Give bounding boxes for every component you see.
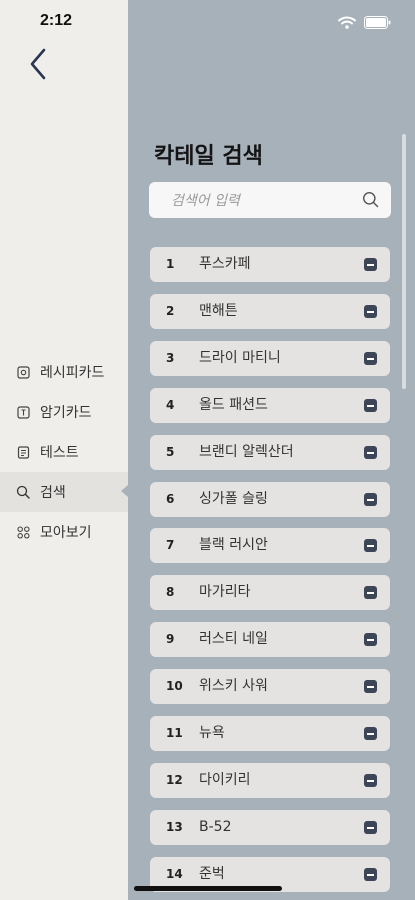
minus-icon[interactable] — [364, 774, 377, 787]
minus-icon[interactable] — [364, 352, 377, 365]
item-number: 3 — [166, 351, 175, 365]
recipe-card-icon — [16, 365, 30, 379]
sidebar-item-label: 테스트 — [40, 445, 79, 461]
item-number: 8 — [166, 585, 175, 599]
minus-icon[interactable] — [364, 493, 377, 506]
sidebar-item-recipe-card[interactable]: 레시피카드 — [0, 352, 128, 392]
minus-icon[interactable] — [364, 633, 377, 646]
list-item[interactable]: 3 드라이 마티니 — [150, 341, 390, 376]
page-title: 칵테일 검색 — [154, 144, 263, 169]
minus-icon[interactable] — [364, 821, 377, 834]
sidebar-item-flashcard[interactable]: 암기카드 — [0, 392, 128, 432]
list-item[interactable]: 2 맨해튼 — [150, 294, 390, 329]
item-number: 5 — [166, 445, 175, 459]
item-number: 1 — [166, 257, 175, 271]
minus-icon[interactable] — [364, 868, 377, 881]
sidebar-item-search[interactable]: 검색 — [0, 472, 128, 512]
item-name: B-52 — [199, 819, 232, 835]
item-number: 12 — [166, 773, 183, 787]
home-indicator[interactable] — [134, 886, 282, 891]
item-number: 9 — [166, 632, 175, 646]
item-number: 6 — [166, 492, 175, 506]
minus-icon[interactable] — [364, 539, 377, 552]
list-item[interactable]: 13 B-52 — [150, 810, 390, 845]
list-item[interactable]: 6 싱가폴 슬링 — [150, 482, 390, 517]
list-item[interactable]: 1 푸스카페 — [150, 247, 390, 282]
item-number: 11 — [166, 726, 183, 740]
item-name: 러스티 네일 — [199, 631, 268, 647]
list-item[interactable]: 4 올드 패션드 — [150, 388, 390, 423]
search-input[interactable] — [169, 182, 353, 220]
list-item[interactable]: 10 위스키 사워 — [150, 669, 390, 704]
grid-icon — [16, 525, 30, 539]
sidebar-item-collection[interactable]: 모아보기 — [0, 512, 128, 552]
search-icon — [16, 485, 30, 499]
item-name: 브랜디 알렉산더 — [199, 444, 294, 460]
item-number: 4 — [166, 398, 175, 412]
minus-icon[interactable] — [364, 727, 377, 740]
item-name: 올드 패션드 — [199, 397, 268, 413]
sidebar: 2:12 레시피카드 암기카드 테스트 검색 모아보기 — [0, 0, 128, 900]
item-name: 마가리타 — [199, 584, 251, 600]
list-item[interactable]: 7 블랙 러시안 — [150, 528, 390, 563]
sidebar-item-test[interactable]: 테스트 — [0, 432, 128, 472]
item-name: 다이키리 — [199, 772, 251, 788]
item-number: 7 — [166, 538, 175, 552]
wifi-icon — [338, 14, 356, 33]
scrollbar[interactable] — [402, 134, 406, 389]
minus-icon[interactable] — [364, 586, 377, 599]
search-icon[interactable] — [362, 191, 379, 212]
chevron-left-icon — [30, 48, 46, 80]
item-number: 10 — [166, 679, 183, 693]
search-bar[interactable] — [149, 182, 391, 220]
test-icon — [16, 445, 30, 459]
minus-icon[interactable] — [364, 399, 377, 412]
item-number: 13 — [166, 820, 183, 834]
sidebar-item-label: 암기카드 — [40, 405, 92, 421]
status-time: 2:12 — [40, 12, 73, 29]
list-item[interactable]: 12 다이키리 — [150, 763, 390, 798]
list-item[interactable]: 11 뉴욕 — [150, 716, 390, 751]
flashcard-icon — [16, 405, 30, 419]
minus-icon[interactable] — [364, 305, 377, 318]
item-name: 블랙 러시안 — [199, 537, 268, 553]
minus-icon[interactable] — [364, 258, 377, 271]
back-button[interactable] — [26, 46, 54, 82]
list-item[interactable]: 8 마가리타 — [150, 575, 390, 610]
active-indicator — [121, 485, 128, 497]
minus-icon[interactable] — [364, 680, 377, 693]
item-name: 싱가폴 슬링 — [199, 491, 268, 507]
item-name: 드라이 마티니 — [199, 350, 281, 366]
sidebar-item-label: 레시피카드 — [40, 365, 105, 381]
item-name: 뉴욕 — [199, 725, 225, 741]
battery-icon — [364, 14, 391, 33]
list-item[interactable]: 5 브랜디 알렉산더 — [150, 435, 390, 470]
sidebar-nav: 레시피카드 암기카드 테스트 검색 모아보기 — [0, 352, 128, 552]
minus-icon[interactable] — [364, 446, 377, 459]
list-item[interactable]: 9 러스티 네일 — [150, 622, 390, 657]
sidebar-item-label: 모아보기 — [40, 525, 92, 541]
sidebar-item-label: 검색 — [40, 485, 66, 501]
status-icons — [338, 14, 391, 33]
item-name: 푸스카페 — [199, 256, 251, 272]
item-number: 2 — [166, 304, 175, 318]
item-name: 위스키 사워 — [199, 678, 268, 694]
item-name: 맨해튼 — [199, 303, 238, 319]
